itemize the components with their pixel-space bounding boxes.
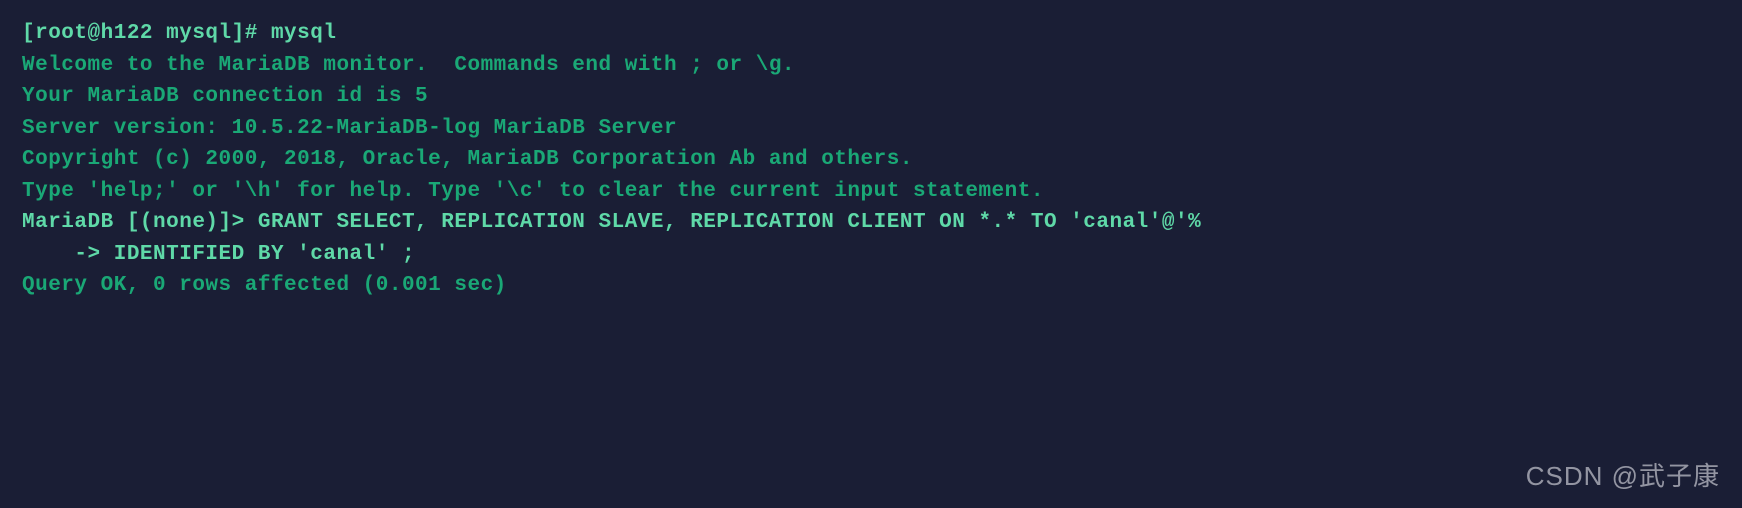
- copyright-line: Copyright (c) 2000, 2018, Oracle, MariaD…: [22, 144, 1720, 176]
- help-hint-line: Type 'help;' or '\h' for help. Type '\c'…: [22, 176, 1720, 208]
- watermark-text: CSDN @武子康: [1526, 457, 1720, 496]
- terminal-output: [root@h122 mysql]# mysql Welcome to the …: [22, 18, 1720, 302]
- query-result-line: Query OK, 0 rows affected (0.001 sec): [22, 270, 1720, 302]
- server-version-line: Server version: 10.5.22-MariaDB-log Mari…: [22, 113, 1720, 145]
- welcome-message: Welcome to the MariaDB monitor. Commands…: [22, 50, 1720, 82]
- shell-prompt-line: [root@h122 mysql]# mysql: [22, 18, 1720, 50]
- sql-continuation-line: -> IDENTIFIED BY 'canal' ;: [22, 239, 1720, 271]
- connection-id-line: Your MariaDB connection id is 5: [22, 81, 1720, 113]
- mariadb-prompt-line: MariaDB [(none)]> GRANT SELECT, REPLICAT…: [22, 207, 1720, 239]
